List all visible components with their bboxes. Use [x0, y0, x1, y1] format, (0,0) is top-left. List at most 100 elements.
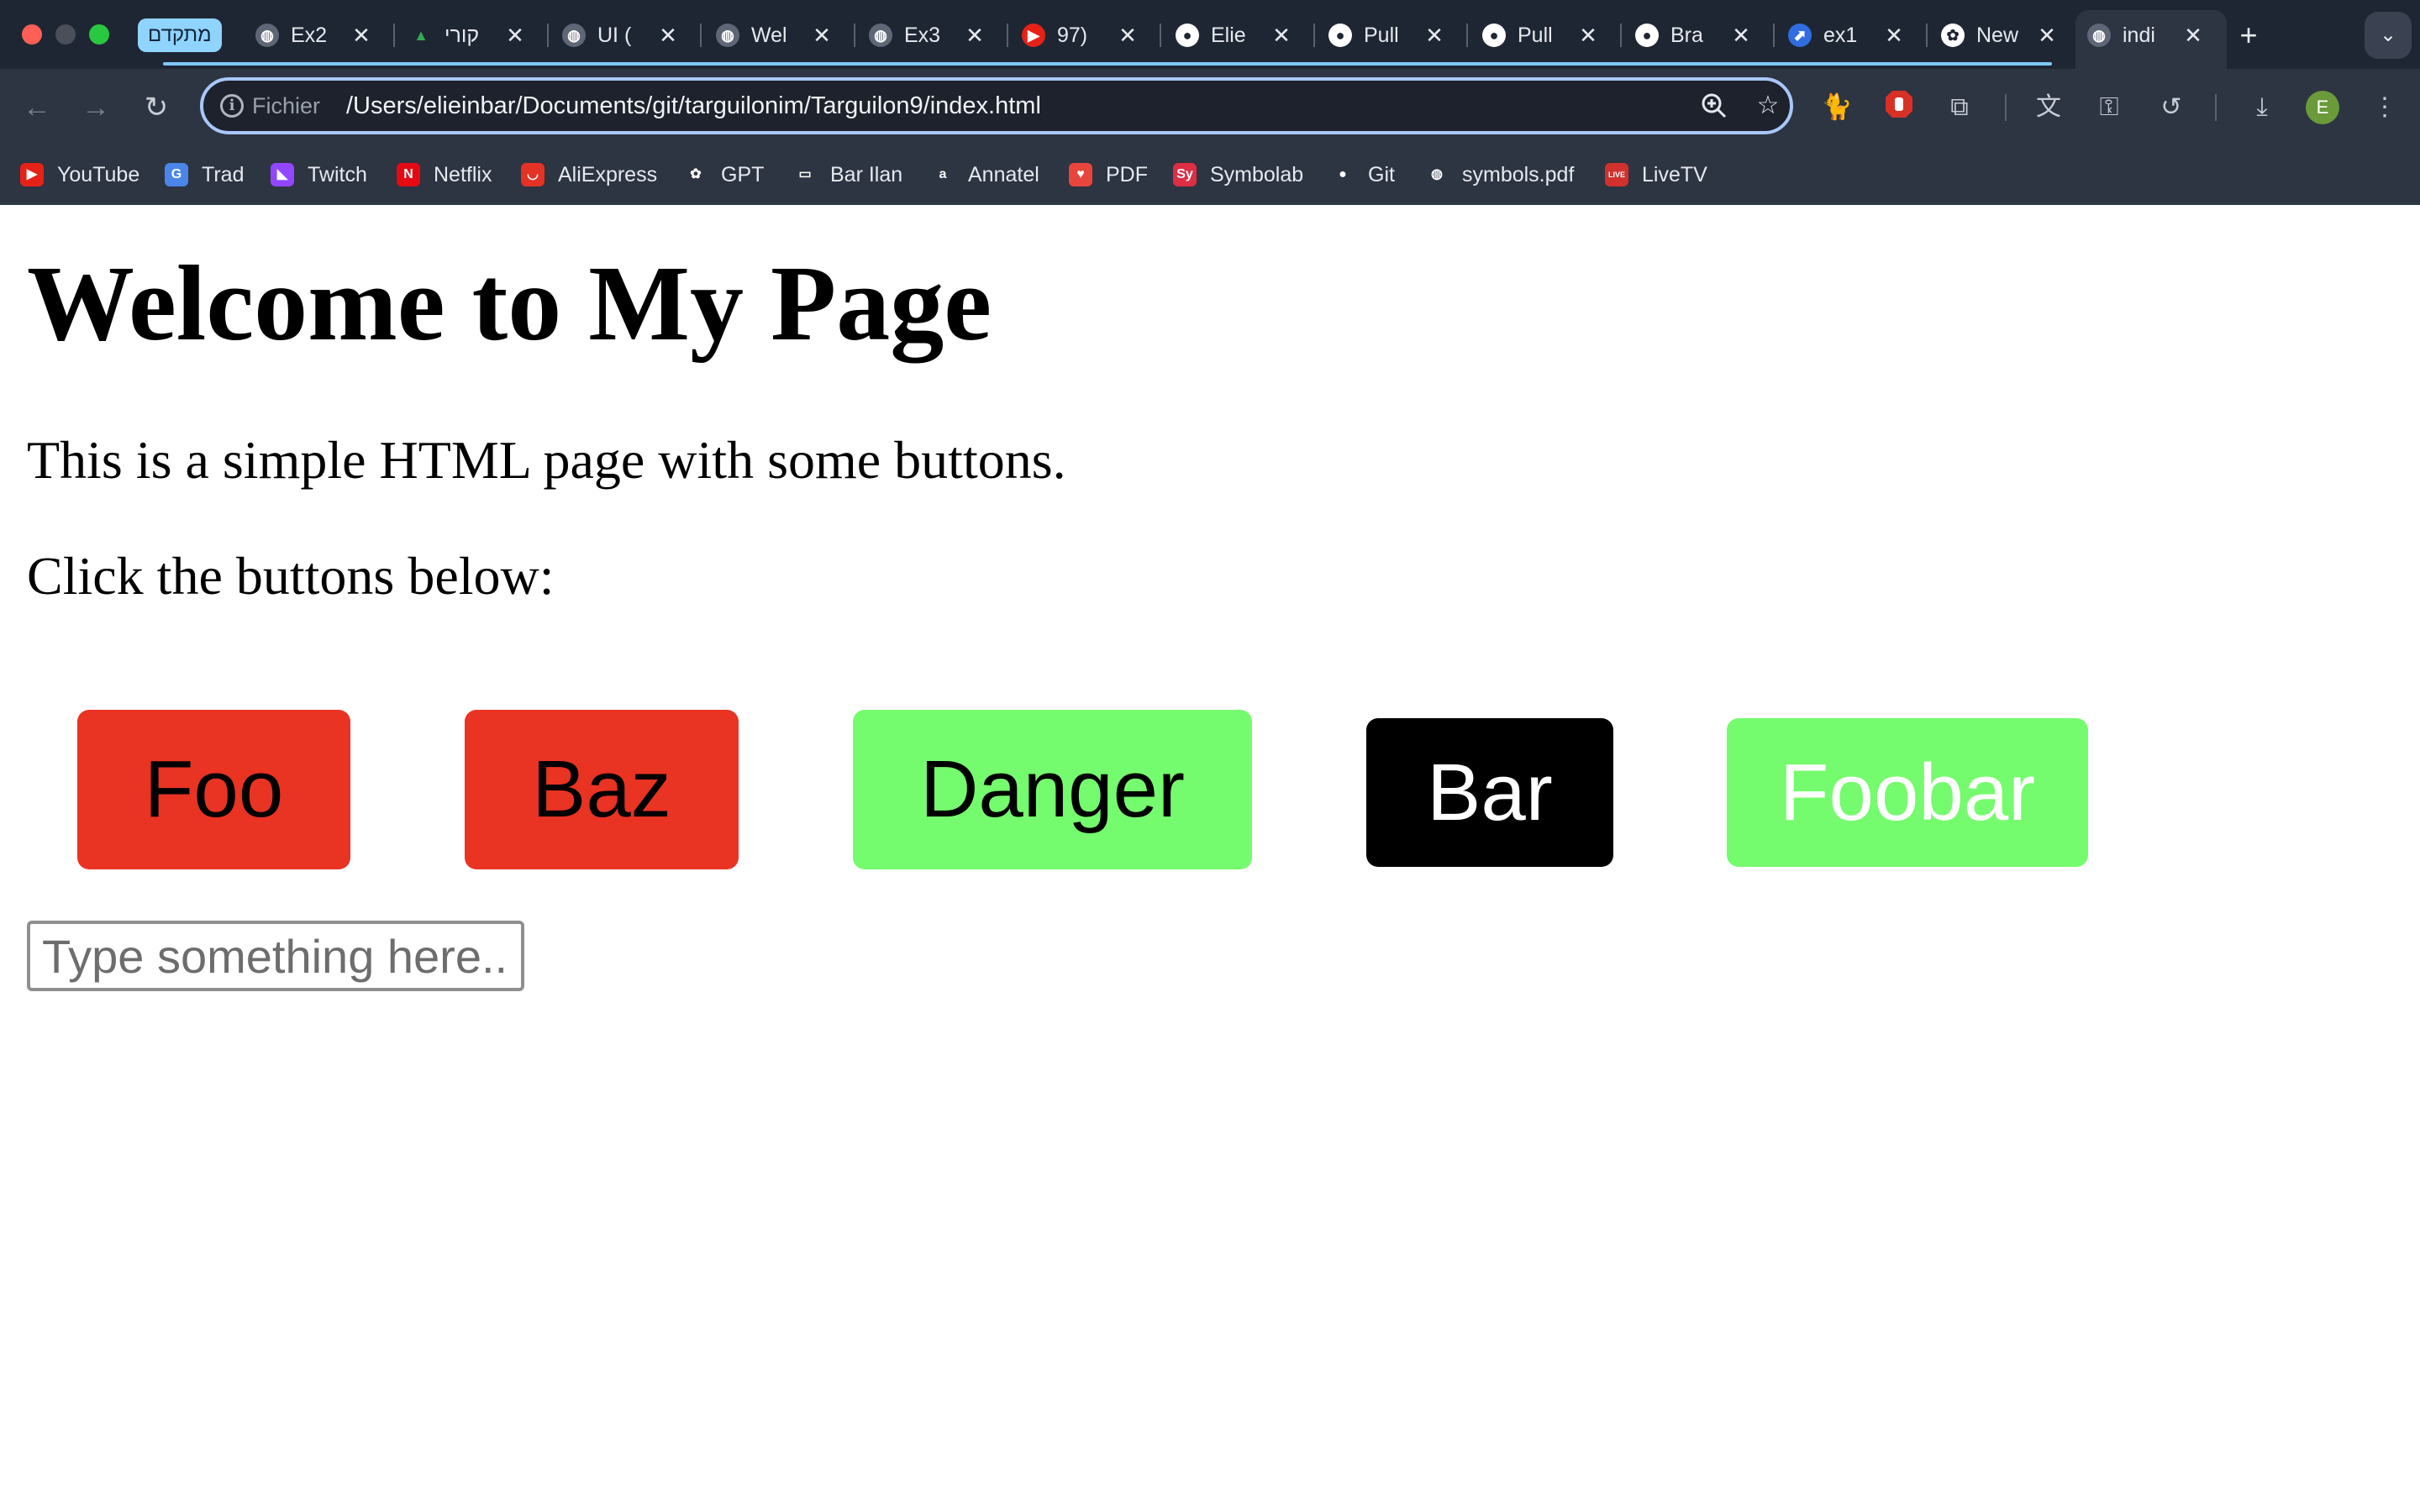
tab-group-label[interactable]: מתקדם [138, 18, 222, 52]
globe-icon: ◍ [1425, 163, 1449, 186]
tab-title: 97) [1057, 24, 1088, 47]
new-tab-button[interactable]: + [2230, 17, 2267, 54]
bar-button[interactable]: Bar [1366, 718, 1613, 867]
close-tab-icon[interactable]: ✕ [1114, 22, 1141, 49]
close-tab-icon[interactable]: ✕ [502, 22, 529, 49]
intro-paragraph: This is a simple HTML page with some but… [27, 430, 1066, 490]
tab-separator [1620, 24, 1622, 47]
tab-5[interactable]: ▶ 97) ✕ [1010, 10, 1161, 60]
tab-title: Elie [1211, 24, 1246, 47]
chevron-down-icon: ⌄ [2379, 24, 2397, 46]
tab-title: Pull [1364, 24, 1399, 47]
baz-button[interactable]: Baz [465, 710, 739, 869]
tab-1[interactable]: ▲ קורי ✕ [397, 10, 549, 60]
download-icon[interactable]: ⤓ [2242, 87, 2282, 128]
bookmark-label: Twitch [308, 163, 367, 186]
menu-kebab-icon[interactable]: ⋮ [2365, 87, 2405, 128]
tab-strip: מתקדם ◍ Ex2 ✕ ▲ קורי ✕ ◍ UI (✕ ◍ Wel ✕ ◍ Ex3 ✕ ▶ 97) ✕ ● E… [0, 0, 2420, 69]
foobar-button[interactable]: Foobar [1727, 718, 2088, 867]
globe-icon: ◍ [716, 24, 739, 47]
folder-icon: ▭ [793, 163, 817, 186]
tab-12[interactable]: ◍ indi ✕ [2075, 10, 2227, 69]
extension-adblock-icon[interactable] [1879, 87, 1919, 128]
close-tab-icon[interactable]: ✕ [1575, 22, 1602, 49]
tab-separator [700, 24, 702, 47]
text-input[interactable] [27, 921, 524, 991]
tab-11[interactable]: ✿ New ✕ [1929, 10, 2081, 60]
maximize-window-button[interactable] [89, 24, 109, 45]
tab-4[interactable]: ◍ Ex3 ✕ [857, 10, 1008, 60]
tab-separator [1313, 24, 1315, 47]
github-icon: ● [1635, 24, 1659, 47]
danger-button[interactable]: Danger [853, 710, 1252, 869]
close-tab-icon[interactable]: ✕ [808, 22, 835, 49]
close-tab-icon[interactable]: ✕ [2180, 22, 2207, 49]
github-icon: ● [1176, 24, 1199, 47]
foo-button[interactable]: Foo [77, 710, 350, 869]
youtube-icon: ▶ [20, 163, 44, 186]
close-tab-icon[interactable]: ✕ [1881, 22, 1907, 49]
close-window-button[interactable] [22, 24, 42, 45]
close-tab-icon[interactable]: ✕ [2033, 22, 2060, 49]
livetv-icon: LIVE [1605, 163, 1628, 186]
tab-separator [1926, 24, 1928, 47]
address-scheme-label: Fichier [252, 93, 321, 118]
profile-avatar[interactable]: E [2306, 91, 2339, 124]
minimize-window-button[interactable] [55, 24, 76, 45]
github-icon: ● [1482, 24, 1506, 47]
tab-separator [1773, 24, 1775, 47]
twitch-icon: ◣ [271, 163, 294, 186]
browser-chrome: מתקדם ◍ Ex2 ✕ ▲ קורי ✕ ◍ UI (✕ ◍ Wel ✕ ◍ Ex3 ✕ ▶ 97) ✕ ● E… [0, 0, 2420, 205]
tab-3[interactable]: ◍ Wel ✕ [704, 10, 855, 60]
extensions-puzzle-icon[interactable]: ⧉ [1939, 87, 1980, 128]
zoom-icon[interactable] [1697, 89, 1731, 123]
tab-2[interactable]: ◍ UI ( ✕ [550, 10, 702, 60]
reload-button[interactable]: ↻ [136, 87, 176, 128]
page-content: Welcome to My Page This is a simple HTML… [0, 205, 2420, 1512]
close-tab-icon[interactable]: ✕ [961, 22, 988, 49]
tab-7[interactable]: ● Pull ✕ [1317, 10, 1468, 60]
address-url[interactable]: /Users/elieinbar/Documents/git/targuilon… [346, 92, 1041, 119]
aliexpress-icon: ◡ [521, 163, 544, 186]
translate-icon: G [165, 163, 188, 186]
bookmark-label: Netflix [434, 163, 492, 186]
tab-title: Wel [751, 24, 787, 47]
extension-cat-icon[interactable]: 🐈 [1817, 87, 1857, 128]
translate-icon[interactable]: 文 [2028, 87, 2069, 128]
close-tab-icon[interactable]: ✕ [1728, 22, 1754, 49]
tab-10[interactable]: ⬈ ex1 ✕ [1776, 10, 1928, 60]
tab-title: Bra [1670, 24, 1703, 47]
site-info-icon[interactable]: i [220, 94, 244, 118]
tab-title: קורי [445, 24, 480, 47]
tab-title: New [1976, 24, 2019, 47]
close-tab-icon[interactable]: ✕ [1421, 22, 1448, 49]
bookmark-star-icon[interactable]: ☆ [1751, 89, 1785, 123]
bookmark-label: Symbolab [1210, 163, 1304, 186]
tab-6[interactable]: ● Elie ✕ [1164, 10, 1315, 60]
bookmark-label: Annatel [968, 163, 1039, 186]
tab-search-button[interactable]: ⌄ [2365, 12, 2412, 59]
globe-icon: ◍ [562, 24, 586, 47]
close-tab-icon[interactable]: ✕ [1268, 22, 1295, 49]
forward-button[interactable]: → [76, 87, 116, 128]
jira-icon: ⬈ [1788, 24, 1812, 47]
close-tab-icon[interactable]: ✕ [655, 22, 681, 49]
password-key-icon[interactable]: ⚿ [2089, 87, 2129, 128]
bookmark-label: Trad [202, 163, 245, 186]
close-tab-icon[interactable]: ✕ [348, 22, 375, 49]
back-button[interactable]: ← [17, 87, 57, 128]
tab-title: ex1 [1823, 24, 1858, 47]
address-bar[interactable]: i Fichier /Users/elieinbar/Documents/git… [200, 77, 1793, 134]
history-icon[interactable]: ↺ [2151, 87, 2191, 128]
tab-0[interactable]: ◍ Ex2 ✕ [244, 10, 395, 60]
bookmark-label: PDF [1106, 163, 1148, 186]
bookmark-label: YouTube [57, 163, 140, 186]
bookmark-label: LiveTV [1642, 163, 1707, 186]
tab-8[interactable]: ● Pull ✕ [1470, 10, 1622, 60]
github-icon: ● [1328, 24, 1352, 47]
arrow-left-icon: ← [23, 92, 51, 123]
tab-separator [1007, 24, 1008, 47]
tab-9[interactable]: ● Bra ✕ [1623, 10, 1775, 60]
tab-title: UI ( [597, 24, 632, 47]
reload-icon: ↻ [144, 92, 169, 123]
